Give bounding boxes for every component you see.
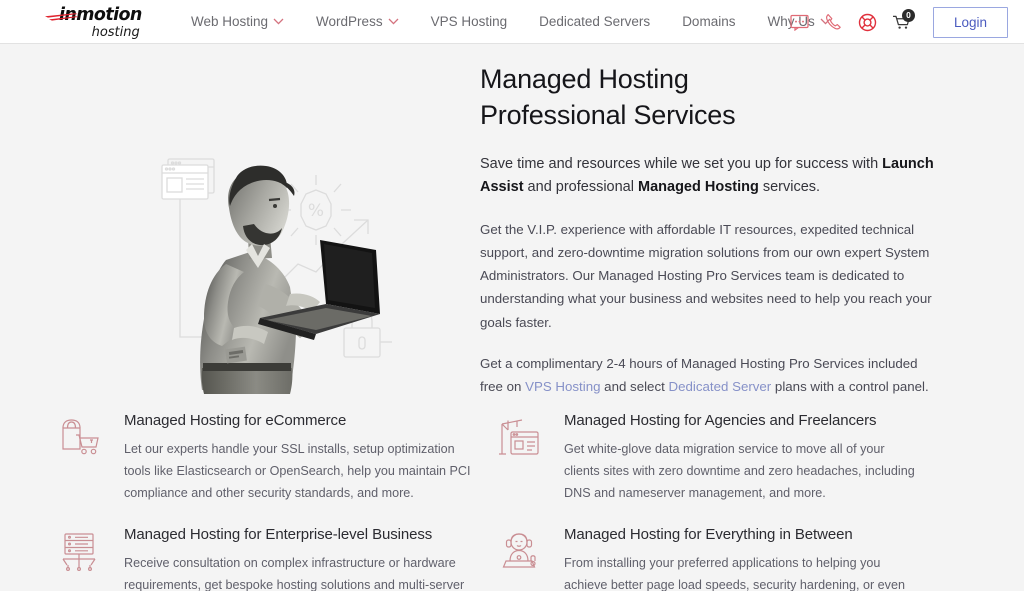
hero-lede: Save time and resources while we set you…: [480, 153, 934, 199]
lede-bold-managed-hosting: Managed Hosting: [638, 179, 759, 196]
nav-label: VPS Hosting: [430, 14, 508, 29]
chevron-down-icon: [388, 18, 399, 25]
lede-text-3: services.: [758, 179, 821, 196]
main-navigation: Web Hosting WordPress VPS Hosting Dedica…: [175, 14, 847, 29]
man-holding-laptop-photo: %: [161, 158, 392, 394]
nav-label: Web Hosting: [191, 14, 269, 29]
vps-hosting-link[interactable]: VPS Hosting: [525, 379, 600, 394]
shopping-bag-cart-icon: [58, 412, 106, 504]
feature-title: Managed Hosting for Agencies and Freelan…: [564, 412, 877, 430]
feature-card-enterprise: Managed Hosting for Enterprise-level Bus…: [58, 526, 498, 591]
percent-sunburst-line-art: %: [281, 175, 351, 245]
cart-count-badge: 0: [901, 9, 915, 22]
logo-subtext: hosting: [91, 24, 140, 40]
feature-text: From installing your preferred applicati…: [564, 556, 905, 591]
nav-item-wordpress[interactable]: WordPress: [300, 14, 415, 29]
feature-card-everything-in-between: Managed Hosting for Everything in Betwee…: [498, 526, 938, 591]
chat-icon[interactable]: [783, 7, 817, 37]
nav-item-vps-hosting[interactable]: VPS Hosting: [415, 14, 524, 29]
logo-swoosh-icon: [45, 12, 78, 21]
nav-label: WordPress: [316, 14, 383, 29]
nav-item-web-hosting[interactable]: Web Hosting: [175, 14, 300, 29]
feature-title: Managed Hosting for Enterprise-level Bus…: [124, 526, 433, 544]
hero-paragraph-1: Get the V.I.P. experience with affordabl…: [480, 221, 932, 330]
feature-body: Managed Hosting for Agencies and Freelan…: [564, 412, 938, 504]
inmotion-logo[interactable]: inmotion hosting: [45, 5, 163, 39]
feature-body: Managed Hosting for Enterprise-level Bus…: [124, 526, 498, 591]
hero-section: % Managed Hosting Professional Services …: [0, 44, 1024, 398]
feature-text: Get white-glove data migration service t…: [564, 442, 915, 500]
site-header: inmotion hosting Web Hosting WordPress V…: [0, 0, 1024, 44]
chevron-down-icon: [273, 18, 284, 25]
feature-title: Managed Hosting for eCommerce: [124, 412, 347, 430]
lifebuoy-support-icon[interactable]: [851, 7, 885, 37]
lede-text-2: and professional: [523, 179, 638, 196]
feature-body: Managed Hosting for Everything in Betwee…: [564, 526, 938, 591]
page-title: Managed Hosting Professional Services: [480, 62, 934, 133]
nav-label: Domains: [682, 14, 736, 29]
feature-body: Managed Hosting for eCommerce Let our ex…: [124, 412, 498, 504]
feature-card-agencies: Managed Hosting for Agencies and Freelan…: [498, 412, 938, 504]
nav-label: Dedicated Servers: [539, 14, 651, 29]
feature-card-ecommerce: Managed Hosting for eCommerce Let our ex…: [58, 412, 498, 504]
crane-website-icon: [498, 412, 546, 504]
phone-icon[interactable]: [817, 7, 851, 37]
page-title-line-1: Managed Hosting: [480, 64, 689, 94]
nav-item-domains[interactable]: Domains: [666, 14, 751, 29]
feature-text: Let our experts handle your SSL installs…: [124, 442, 471, 500]
hero-illustration: %: [0, 62, 480, 394]
dedicated-server-link[interactable]: Dedicated Server: [669, 379, 772, 394]
svg-text:%: %: [308, 201, 324, 221]
hero-copy: Managed Hosting Professional Services Sa…: [480, 62, 1024, 398]
paragraph-2-text-3: plans with a control panel.: [771, 379, 929, 395]
login-button[interactable]: Login: [932, 6, 1008, 38]
support-agent-laptop-icon: [498, 526, 546, 591]
header-actions: 0 Login: [783, 0, 1024, 44]
nav-item-dedicated-servers[interactable]: Dedicated Servers: [523, 14, 666, 29]
cart-icon[interactable]: 0: [885, 7, 919, 37]
feature-title: Managed Hosting for Everything in Betwee…: [564, 526, 853, 544]
paragraph-2-text-2: and select: [600, 379, 669, 395]
hero-paragraph-2: Get a complimentary 2-4 hours of Managed…: [480, 352, 934, 399]
feature-text: Receive consultation on complex infrastr…: [124, 556, 465, 591]
page-title-line-2: Professional Services: [480, 99, 736, 130]
lede-text-1: Save time and resources while we set you…: [480, 156, 883, 173]
man-silhouette: [200, 165, 380, 394]
server-rack-icon: [58, 526, 106, 591]
features-grid: Managed Hosting for eCommerce Let our ex…: [0, 398, 1024, 591]
